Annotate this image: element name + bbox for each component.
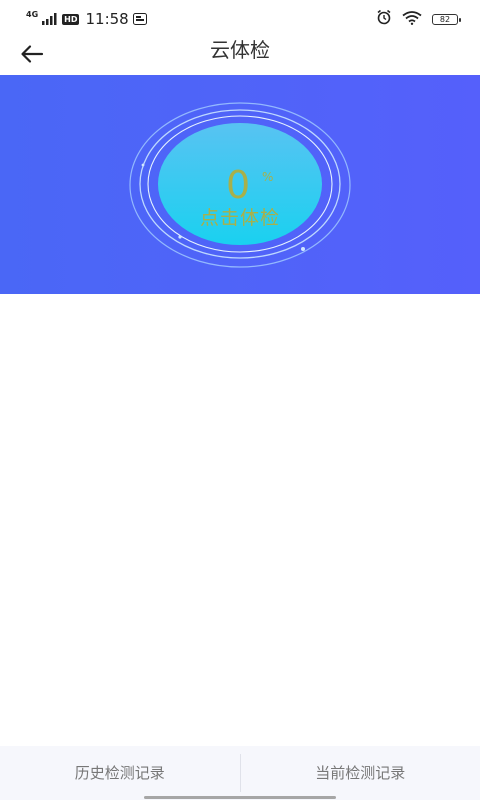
checkup-percent-unit: % [262, 170, 274, 184]
tab-current-records[interactable]: 当前检测记录 [241, 746, 480, 800]
checkup-percent: 0 [226, 163, 251, 207]
status-time: 11:58 [85, 10, 129, 28]
wifi-icon [402, 10, 422, 29]
back-button[interactable] [18, 42, 46, 70]
battery-indicator: 82 [432, 13, 461, 25]
home-indicator[interactable] [144, 796, 336, 799]
status-left: 4G HD 11:58 [26, 10, 147, 29]
checkup-hero: 0 % 点击体检 [0, 75, 480, 294]
start-checkup-label[interactable]: 点击体检 [0, 203, 480, 230]
page-title: 云体检 [210, 38, 270, 62]
app-notification-icon [132, 10, 147, 29]
tab-history-records[interactable]: 历史检测记录 [0, 746, 240, 800]
network-type: 4G [26, 10, 39, 19]
alarm-icon [376, 9, 392, 29]
status-right: 82 [376, 9, 461, 29]
signal-icon [42, 10, 58, 29]
back-arrow-icon [20, 44, 44, 68]
status-bar: 4G HD 11:58 82 [0, 0, 480, 38]
hd-badge: HD [62, 13, 80, 25]
bottom-tab-bar: 历史检测记录 当前检测记录 [0, 746, 480, 800]
app-header: 云体检 [0, 38, 480, 74]
